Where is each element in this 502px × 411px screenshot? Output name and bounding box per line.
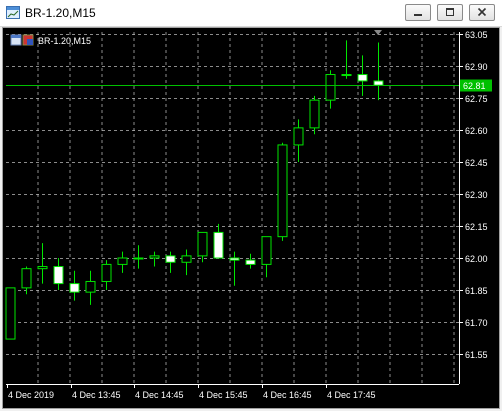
candle-body-bull	[325, 74, 336, 101]
candle	[5, 287, 16, 340]
y-tick-label: 62.90	[465, 62, 488, 72]
y-tick-label: 62.75	[465, 94, 488, 104]
candle	[213, 223, 224, 259]
candle	[277, 142, 288, 241]
y-tick-label: 62.30	[465, 190, 488, 200]
candle-body-bull	[197, 231, 208, 257]
y-tick-label: 61.70	[465, 318, 488, 328]
title-bar[interactable]: BR-1.20,M15	[0, 0, 502, 27]
x-tick-label: 4 Dec 15:45	[199, 390, 248, 400]
candlestick-chart[interactable]: 63.05 62.90 62.75 62.60 62.45 62.30 62.15 62.00…	[3, 28, 499, 408]
candle	[325, 70, 336, 109]
y-tick-label: 62.15	[465, 222, 488, 232]
candle	[197, 231, 208, 263]
candle	[101, 260, 112, 290]
x-tick-label: 4 Dec 13:45	[72, 390, 121, 400]
x-tick-label: 4 Dec 14:45	[135, 390, 184, 400]
candle	[245, 253, 256, 269]
candle	[165, 251, 176, 273]
candle	[309, 95, 320, 135]
chart-window: BR-1.20,M15 63.05 62.90 62.75 62.60 62.45 62.…	[0, 0, 502, 411]
candle-body-bull	[85, 280, 96, 293]
candle-body-bull	[309, 99, 320, 129]
candle-body-bear	[53, 266, 64, 285]
candle-body-bear	[357, 74, 368, 82]
maximize-icon	[446, 8, 454, 16]
candle-body-bear	[69, 283, 80, 293]
candle	[229, 251, 240, 286]
x-tick-label: 4 Dec 2019	[8, 390, 54, 400]
candle	[69, 270, 80, 301]
y-tick-label: 62.45	[465, 158, 488, 168]
symbol-icons	[10, 34, 34, 46]
candle	[261, 236, 272, 278]
y-tick-label: 61.85	[465, 286, 488, 296]
candle	[53, 258, 64, 290]
candle-body-bull	[277, 144, 288, 238]
candle-body-bear	[373, 80, 384, 86]
close-button[interactable]	[469, 4, 495, 21]
candle-body-bear	[213, 231, 224, 259]
candle	[85, 270, 96, 305]
candle	[149, 251, 160, 267]
candle-body-bull	[21, 268, 32, 289]
candle	[373, 42, 384, 101]
x-tick-label: 4 Dec 17:45	[327, 390, 376, 400]
chart-area[interactable]: 63.05 62.90 62.75 62.60 62.45 62.30 62.15 62.00…	[2, 27, 500, 409]
minimize-icon	[414, 14, 422, 16]
candle-body-bear	[245, 259, 256, 265]
y-tick-label: 61.55	[465, 350, 488, 360]
y-tick-label: 62.60	[465, 126, 488, 136]
chart-grid	[6, 32, 459, 384]
chart-window-icon	[6, 6, 20, 19]
candle	[181, 249, 192, 276]
candle-body-bull	[117, 257, 128, 265]
candle-body-bull	[341, 74, 352, 77]
maximize-button[interactable]	[437, 4, 463, 21]
candle	[341, 40, 352, 79]
close-icon	[477, 7, 487, 17]
candle-body-bull	[181, 255, 192, 263]
candle-body-bull	[149, 255, 160, 259]
candle	[21, 266, 32, 295]
candle-body-bear	[165, 255, 176, 263]
candle-body-bull	[37, 266, 48, 270]
candle-body-bull	[101, 263, 112, 282]
candle-body-bull	[133, 257, 144, 260]
minimize-button[interactable]	[405, 4, 431, 21]
window-title: BR-1.20,M15	[25, 6, 96, 20]
y-tick-label: 62.00	[465, 254, 488, 264]
candle-body-bear	[229, 257, 240, 261]
candle	[117, 251, 128, 273]
y-tick-label: 63.05	[465, 30, 488, 40]
chart-symbol-label: BR-1.20,M15	[38, 36, 91, 46]
candle-body-bull	[293, 127, 304, 146]
candle-body-bull	[5, 287, 16, 340]
candle-body-bull	[261, 236, 272, 265]
candle	[357, 55, 368, 96]
current-price-label: 62.81	[463, 81, 486, 91]
candle	[133, 245, 144, 269]
candle	[37, 243, 48, 284]
x-tick-label: 4 Dec 16:45	[263, 390, 312, 400]
chart-overlay: BR-1.20,M15 62.81	[6, 30, 492, 92]
candle	[293, 119, 304, 162]
